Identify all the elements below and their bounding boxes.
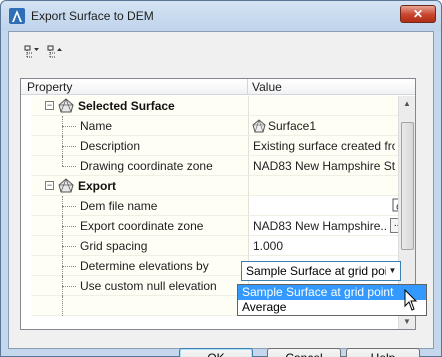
export-category-icon — [58, 178, 74, 193]
autocad-app-icon — [9, 8, 25, 24]
category-row-selected-surface[interactable]: − Selected Surface — [21, 96, 399, 116]
property-label: Determine elevations by — [80, 259, 209, 273]
property-row-drawing-coordinate-zone[interactable]: Drawing coordinate zone NAD83 New Hampsh… — [21, 156, 399, 176]
property-label: Use custom null elevation — [80, 279, 217, 293]
elevation-method-combobox[interactable]: Sample Surface at grid poi ▼ — [241, 261, 401, 281]
surface-icon — [252, 119, 266, 133]
property-column-header[interactable]: Property — [27, 80, 72, 94]
close-button[interactable]: ✕ — [400, 5, 436, 23]
chevron-down-icon[interactable]: ▼ — [385, 262, 400, 280]
dropdown-option-average[interactable]: Average — [238, 300, 426, 315]
surface-category-icon — [58, 98, 74, 113]
property-value: 1.000 — [253, 239, 284, 253]
combobox-value: Sample Surface at grid poi — [246, 264, 386, 278]
property-row-grid-spacing[interactable]: Grid spacing 1.000 — [21, 236, 399, 256]
cancel-button[interactable]: Cancel — [267, 348, 341, 357]
scrollbar-thumb[interactable] — [401, 122, 414, 250]
alphabetical-view-icon[interactable] — [46, 44, 64, 60]
mouse-pointer-icon — [404, 289, 418, 311]
title-bar[interactable]: Export Surface to DEM ✕ — [1, 1, 441, 31]
dropdown-option-sample-surface[interactable]: Sample Surface at grid point — [238, 285, 426, 300]
property-value: Existing surface created fro... — [253, 139, 395, 153]
scroll-up-icon[interactable]: ▲ — [403, 99, 411, 108]
property-value: Surface1 — [268, 119, 317, 133]
value-column-header[interactable]: Value — [252, 80, 282, 94]
category-label: Export — [78, 179, 117, 193]
property-label: Export coordinate zone — [80, 219, 204, 233]
collapse-icon[interactable]: − — [45, 181, 54, 190]
categorized-view-icon[interactable] — [23, 44, 41, 60]
help-button[interactable]: Help — [346, 348, 420, 357]
property-row-description[interactable]: Description Existing surface created fro… — [21, 136, 399, 156]
property-label: Grid spacing — [80, 239, 148, 253]
elevation-method-dropdown-list: Sample Surface at grid point Average — [237, 284, 427, 316]
property-row-export-coordinate-zone[interactable]: Export coordinate zone NAD83 New Hampshi… — [21, 216, 406, 236]
property-label: Drawing coordinate zone — [80, 159, 213, 173]
property-row-dem-file-name[interactable]: Dem file name — [21, 196, 406, 216]
property-row-name[interactable]: Name Surface1 — [21, 116, 399, 136]
property-label: Name — [80, 119, 113, 133]
property-value: NAD83 New Hampshire St... — [253, 159, 395, 173]
property-label: Description — [80, 139, 141, 153]
grid-header: Property Value — [21, 79, 415, 95]
category-row-export[interactable]: − Export — [21, 176, 399, 196]
category-label: Selected Surface — [78, 99, 175, 113]
property-value: NAD83 New Hampshire... — [253, 219, 387, 233]
ok-button[interactable]: OK — [179, 348, 253, 357]
scroll-down-icon[interactable]: ▼ — [403, 317, 411, 326]
property-label: Dem file name — [80, 199, 158, 213]
window-title: Export Surface to DEM — [31, 9, 154, 23]
column-divider[interactable] — [247, 79, 248, 95]
collapse-icon[interactable]: − — [45, 101, 54, 110]
dialog-window: Export Surface to DEM ✕ Property Value −… — [0, 0, 442, 357]
